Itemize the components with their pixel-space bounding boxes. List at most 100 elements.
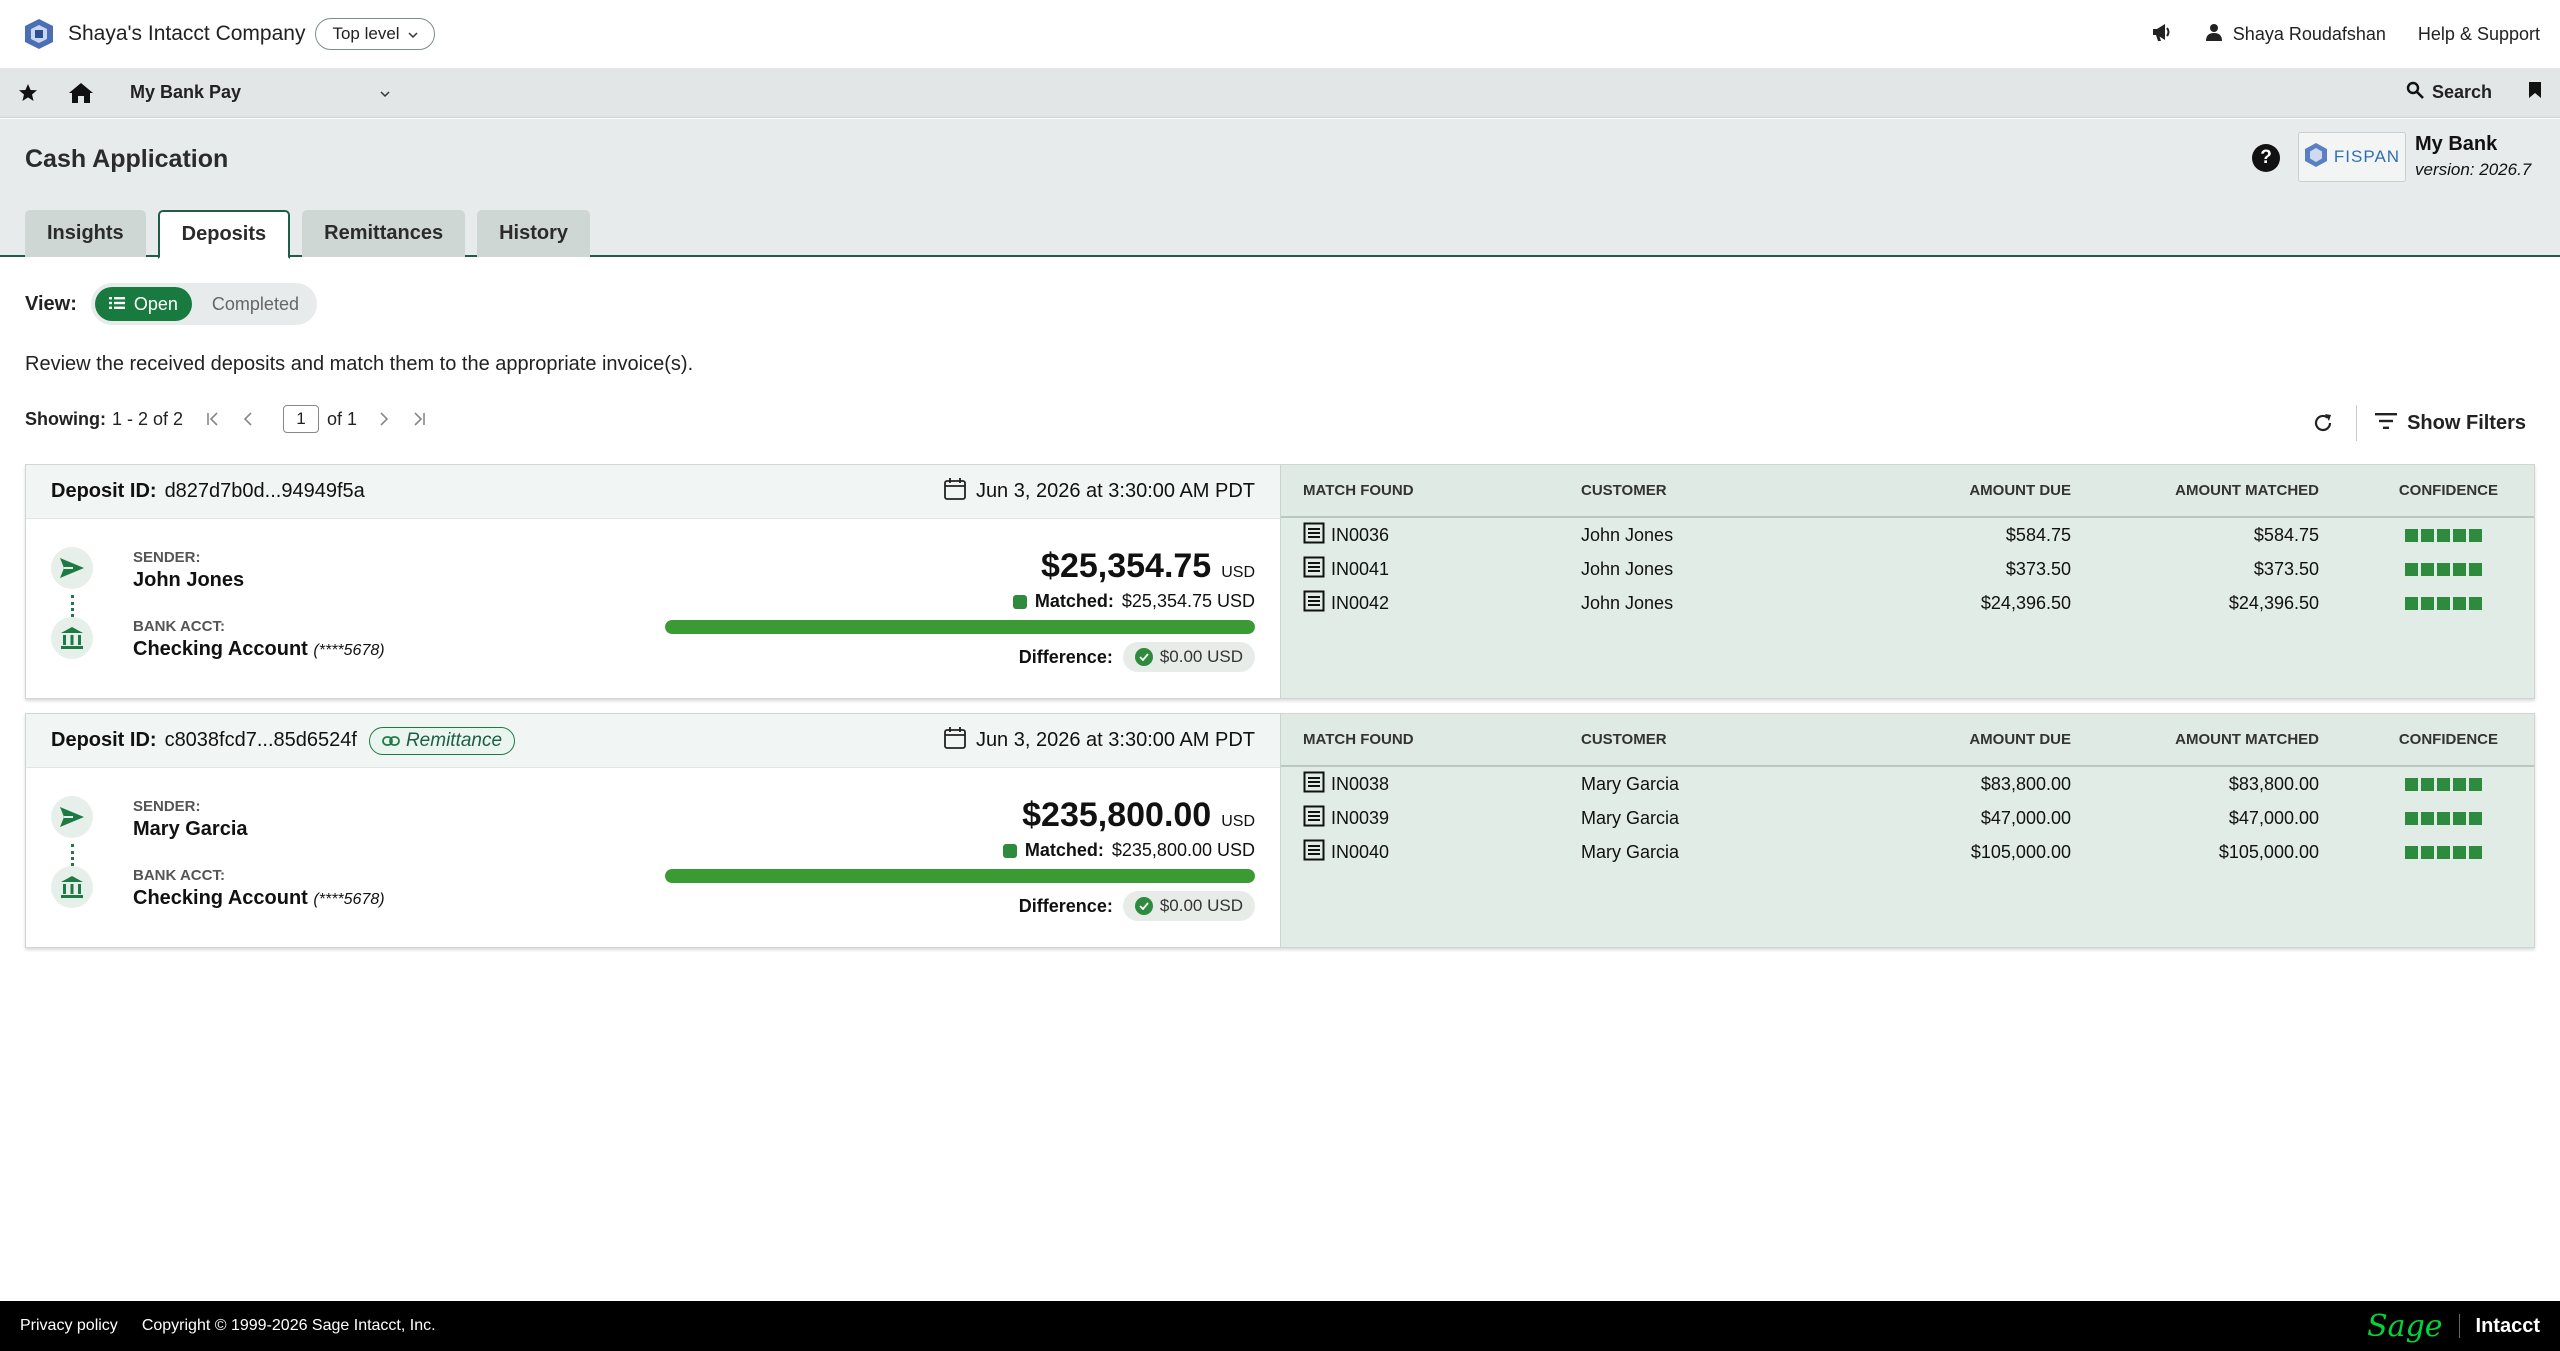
confidence-cell xyxy=(2319,811,2518,825)
col-amount-due: AMOUNT DUE xyxy=(1969,731,2071,748)
match-progress-fill xyxy=(665,620,1255,634)
difference-summary: Difference: $0.00 USD xyxy=(1019,891,1255,921)
customer-cell: John Jones xyxy=(1581,558,1674,579)
amount-due-cell: $24,396.50 xyxy=(1980,592,2071,613)
bank-acct-label: BANK ACCT: xyxy=(133,618,225,635)
invoice-number: IN0039 xyxy=(1331,807,1390,828)
bank-icon xyxy=(51,866,93,908)
deposit-card[interactable]: Deposit ID: d827d7b0d...94949f5a Jun 3, … xyxy=(25,464,2535,699)
match-progress-fill xyxy=(665,869,1255,883)
show-filters-button[interactable]: Show Filters xyxy=(2375,412,2526,435)
tab-deposits[interactable]: Deposits xyxy=(157,210,291,259)
col-amount-due: AMOUNT DUE xyxy=(1969,482,2071,499)
app-version: version: 2026.7 xyxy=(2415,160,2532,179)
invoice-cell[interactable]: IN0041 xyxy=(1281,556,1581,583)
invoice-icon xyxy=(1303,556,1325,583)
search-button[interactable]: Search xyxy=(2406,81,2492,104)
customer-cell: Mary Garcia xyxy=(1581,807,1680,828)
nav-bar: My Bank Pay Search xyxy=(0,68,2560,118)
next-page-icon[interactable] xyxy=(371,406,397,432)
favorites-star-icon[interactable] xyxy=(18,83,38,103)
page-header: Cash Application ? FISPAN My Bank versio… xyxy=(0,119,2560,259)
match-progress-bar xyxy=(665,869,1255,883)
tab-bar: Insights Deposits Remittances History xyxy=(25,210,590,259)
invoice-cell[interactable]: IN0036 xyxy=(1281,522,1581,549)
amount-block: $25,354.75 USD Matched: $25,354.75 USD D… xyxy=(665,465,1255,700)
deposit-id[interactable]: c8038fcd7...85d6524f xyxy=(165,729,357,752)
deposit-card[interactable]: Deposit ID: c8038fcd7...85d6524f Remitta… xyxy=(25,713,2535,948)
home-icon[interactable] xyxy=(68,82,94,104)
col-match-found: MATCH FOUND xyxy=(1303,482,1414,499)
amount-due-cell: $584.75 xyxy=(2005,524,2071,545)
col-confidence: CONFIDENCE xyxy=(2398,482,2498,499)
table-row[interactable]: IN0036 John Jones $584.75 $584.75 xyxy=(1281,518,2534,552)
invoice-number: IN0036 xyxy=(1331,524,1390,545)
app-selector[interactable]: My Bank Pay xyxy=(130,82,390,103)
help-icon[interactable]: ? xyxy=(2252,144,2280,172)
help-support-link[interactable]: Help & Support xyxy=(2418,24,2540,45)
customer-cell: Mary Garcia xyxy=(1581,773,1680,794)
invoice-cell[interactable]: IN0040 xyxy=(1281,839,1581,866)
footer: Privacy policy Copyright © 1999-2026 Sag… xyxy=(0,1301,2560,1351)
bank-acct-label: BANK ACCT: xyxy=(133,867,225,884)
prev-page-icon[interactable] xyxy=(235,406,261,432)
announcement-icon[interactable] xyxy=(2151,22,2173,47)
show-filters-label: Show Filters xyxy=(2407,411,2526,434)
page-number-input[interactable]: 1 xyxy=(283,405,320,433)
top-bar: Shaya's Intacct Company Top level Shaya … xyxy=(0,0,2560,68)
table-row[interactable]: IN0041 John Jones $373.50 $373.50 xyxy=(1281,552,2534,586)
confidence-meter xyxy=(2405,596,2482,610)
bank-acct-name: Checking Account xyxy=(133,887,308,909)
app-name: My Bank Pay xyxy=(130,82,242,102)
confidence-cell xyxy=(2319,845,2518,859)
send-icon xyxy=(51,547,93,589)
tab-remittances[interactable]: Remittances xyxy=(302,210,466,257)
sender-label: SENDER: xyxy=(133,798,201,815)
view-completed-option[interactable]: Completed xyxy=(198,287,313,321)
table-row[interactable]: IN0039 Mary Garcia $47,000.00 $47,000.00 xyxy=(1281,801,2534,835)
page-title: Cash Application xyxy=(25,145,229,173)
user-icon xyxy=(2205,23,2223,46)
bank-icon xyxy=(51,617,93,659)
first-page-icon[interactable] xyxy=(201,406,227,432)
tab-history[interactable]: History xyxy=(477,210,590,257)
match-table: MATCH FOUND CUSTOMER AMOUNT DUE AMOUNT M… xyxy=(1280,714,2534,947)
deposit-currency: USD xyxy=(1221,813,1255,830)
matched-value: $25,354.75 USD xyxy=(1121,591,1255,611)
user-menu[interactable]: Shaya Roudafshan xyxy=(2205,23,2386,46)
connector-dots xyxy=(71,844,74,866)
view-label: View: xyxy=(25,292,77,315)
customer-cell: Mary Garcia xyxy=(1581,841,1680,862)
company-name[interactable]: Shaya's Intacct Company xyxy=(68,22,305,46)
remittance-badge[interactable]: Remittance xyxy=(368,726,516,755)
invoice-cell[interactable]: IN0039 xyxy=(1281,805,1581,832)
col-amount-matched: AMOUNT MATCHED xyxy=(2175,482,2319,499)
divider xyxy=(2356,405,2358,441)
invoice-cell[interactable]: IN0042 xyxy=(1281,590,1581,617)
divider xyxy=(2458,1314,2460,1338)
table-row[interactable]: IN0038 Mary Garcia $83,800.00 $83,800.00 xyxy=(1281,767,2534,801)
sender-label: SENDER: xyxy=(133,549,201,566)
entity-level-select[interactable]: Top level xyxy=(315,18,435,50)
table-row[interactable]: IN0040 Mary Garcia $105,000.00 $105,000.… xyxy=(1281,835,2534,869)
last-page-icon[interactable] xyxy=(405,406,431,432)
customer-cell: John Jones xyxy=(1581,592,1674,613)
invoice-icon xyxy=(1303,522,1325,549)
tab-insights[interactable]: Insights xyxy=(25,210,146,257)
matched-swatch xyxy=(1012,594,1027,609)
bookmark-icon[interactable] xyxy=(2528,81,2542,104)
match-table: MATCH FOUND CUSTOMER AMOUNT DUE AMOUNT M… xyxy=(1280,465,2534,698)
amount-matched-cell: $83,800.00 xyxy=(2228,773,2319,794)
deposit-id[interactable]: d827d7b0d...94949f5a xyxy=(165,480,365,503)
view-open-option[interactable]: Open xyxy=(94,287,192,321)
invoice-number: IN0040 xyxy=(1331,841,1390,862)
privacy-policy-link[interactable]: Privacy policy xyxy=(20,1317,118,1335)
refresh-icon[interactable] xyxy=(2308,408,2338,438)
list-tools: Show Filters xyxy=(2308,405,2526,441)
invoice-cell[interactable]: IN0038 xyxy=(1281,771,1581,798)
top-right-links: Shaya Roudafshan Help & Support xyxy=(2151,22,2540,47)
bank-acct: Checking Account (****5678) xyxy=(133,638,385,661)
table-row[interactable]: IN0042 John Jones $24,396.50 $24,396.50 xyxy=(1281,586,2534,620)
company-logo-icon[interactable] xyxy=(20,15,58,53)
nav-right: Search xyxy=(2406,81,2542,104)
